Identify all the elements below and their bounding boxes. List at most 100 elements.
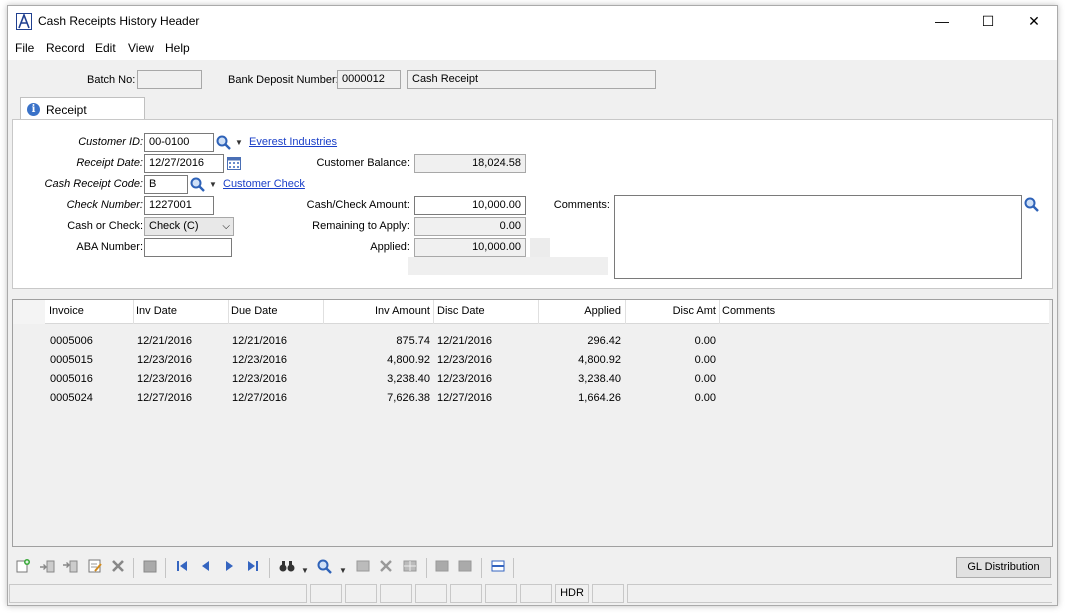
customer-id-field[interactable]: 00-0100 [144, 133, 214, 152]
gl-distribution-button[interactable]: GL Distribution [956, 557, 1051, 578]
new-line-icon[interactable] [14, 558, 32, 576]
cell-disc-date: 12/21/2016 [437, 335, 493, 347]
cell-disc-date: 12/23/2016 [437, 354, 493, 366]
grid-icon-1[interactable] [354, 558, 372, 576]
print-icon[interactable] [141, 558, 159, 576]
lookup-zoom-icon[interactable] [316, 558, 334, 576]
column-header-inv-amount[interactable]: Inv Amount [325, 305, 430, 317]
cell-inv-amount: 875.74 [396, 335, 430, 347]
find-icon[interactable] [278, 558, 296, 576]
cash-receipt-code-dropdown-icon[interactable]: ▼ [209, 180, 217, 189]
grid-icon-5[interactable] [456, 558, 474, 576]
receipt-date-label: Receipt Date: [76, 157, 143, 169]
status-cell [485, 584, 517, 603]
menu-edit[interactable]: Edit [95, 41, 116, 55]
cell-disc-date: 12/23/2016 [437, 373, 493, 385]
cell-applied: 3,238.40 [578, 373, 621, 385]
last-record-icon[interactable] [244, 558, 262, 576]
bank-deposit-label: Bank Deposit Number: [228, 74, 339, 86]
customer-lookup-icon[interactable] [215, 134, 233, 151]
cell-due-date: 12/27/2016 [232, 392, 288, 404]
column-header-applied[interactable]: Applied [541, 305, 621, 317]
aba-number-label: ABA Number: [76, 241, 143, 253]
menu-record[interactable]: Record [46, 41, 85, 55]
cash-or-check-label: Cash or Check: [67, 220, 143, 232]
receipt-date-field[interactable]: 12/27/2016 [144, 154, 224, 173]
grid-icon-4[interactable] [433, 558, 451, 576]
customer-name-link[interactable]: Everest Industries [249, 136, 337, 148]
next-record-icon[interactable] [220, 558, 238, 576]
cell-inv-date: 12/23/2016 [137, 373, 193, 385]
info-icon: i [27, 103, 40, 116]
cell-disc-amt: 0.00 [694, 392, 716, 404]
menu-file[interactable]: File [15, 41, 34, 55]
bottom-toolbar: ▼ ▼ [8, 555, 1057, 581]
cell-disc-amt: 0.00 [694, 373, 716, 385]
cash-or-check-select[interactable]: Check (C) ⌵ [144, 217, 234, 236]
status-cell [380, 584, 412, 603]
cell-applied: 4,800.92 [578, 354, 621, 366]
comments-textarea[interactable] [614, 195, 1022, 279]
menu-view[interactable]: View [128, 41, 154, 55]
maximize-button[interactable]: ☐ [965, 6, 1011, 36]
minimize-button[interactable]: — [919, 6, 965, 36]
status-cell [415, 584, 447, 603]
column-header-invoice[interactable]: Invoice [49, 305, 84, 317]
invoice-grid: Invoice Inv Date Due Date Inv Amount Dis… [12, 299, 1053, 547]
edit-line-icon[interactable] [86, 558, 104, 576]
bank-deposit-field[interactable]: 0000012 [337, 70, 401, 89]
column-header-disc-date[interactable]: Disc Date [437, 305, 485, 317]
batch-no-field[interactable] [137, 70, 202, 89]
cash-receipt-code-link[interactable]: Customer Check [223, 178, 305, 190]
tab-receipt-information[interactable]: i Receipt Information [20, 97, 145, 131]
status-cell [345, 584, 377, 603]
cell-invoice: 0005015 [50, 354, 93, 366]
menu-help[interactable]: Help [165, 41, 190, 55]
cash-receipt-code-label: Cash Receipt Code: [44, 178, 143, 190]
cell-inv-date: 12/23/2016 [137, 354, 193, 366]
cash-receipt-code-lookup-icon[interactable] [189, 176, 207, 193]
insert-line-icon[interactable] [38, 558, 56, 576]
window-title: Cash Receipts History Header [38, 14, 200, 28]
comments-zoom-icon[interactable] [1023, 196, 1041, 213]
calendar-icon[interactable] [226, 155, 244, 172]
status-mode: HDR [555, 584, 589, 603]
cell-inv-amount: 7,626.38 [387, 392, 430, 404]
delete-line-icon[interactable] [109, 558, 127, 576]
cell-disc-amt: 0.00 [694, 354, 716, 366]
grid-header: Invoice Inv Date Due Date Inv Amount Dis… [13, 300, 1049, 324]
receipt-information-panel: Customer ID: 00-0100 ▼ Everest Industrie… [12, 119, 1053, 289]
lookup-dropdown-icon[interactable]: ▼ [339, 566, 347, 575]
main-window: Cash Receipts History Header — ☐ ✕ File … [7, 5, 1058, 606]
first-record-icon[interactable] [173, 558, 191, 576]
aba-number-field[interactable] [144, 238, 232, 257]
column-header-due-date[interactable]: Due Date [231, 305, 277, 317]
cash-or-check-value: Check (C) [149, 220, 199, 232]
customize-icon[interactable] [489, 558, 507, 576]
status-cell [310, 584, 342, 603]
check-number-field[interactable]: 1227001 [144, 196, 214, 215]
customer-id-label: Customer ID: [78, 136, 143, 148]
comments-label: Comments: [553, 199, 610, 211]
cell-invoice: 0005016 [50, 373, 93, 385]
column-header-inv-date[interactable]: Inv Date [136, 305, 177, 317]
grid-icon-3[interactable] [401, 558, 419, 576]
column-header-disc-amt[interactable]: Disc Amt [628, 305, 716, 317]
cell-invoice: 0005024 [50, 392, 93, 404]
status-strip [408, 257, 608, 275]
find-dropdown-icon[interactable]: ▼ [301, 566, 309, 575]
customer-lookup-dropdown-icon[interactable]: ▼ [235, 138, 243, 147]
status-cell [9, 584, 307, 603]
cell-inv-date: 12/21/2016 [137, 335, 193, 347]
previous-record-icon[interactable] [197, 558, 215, 576]
close-button[interactable]: ✕ [1011, 6, 1057, 36]
cell-invoice: 0005006 [50, 335, 93, 347]
cell-inv-amount: 4,800.92 [387, 354, 430, 366]
cash-check-amount-field[interactable]: 10,000.00 [414, 196, 526, 215]
grid-icon-2[interactable] [377, 558, 395, 576]
customer-balance-field: 18,024.58 [414, 154, 526, 173]
column-header-comments[interactable]: Comments [722, 305, 775, 317]
cell-due-date: 12/23/2016 [232, 354, 288, 366]
append-line-icon[interactable] [61, 558, 79, 576]
cash-receipt-code-field[interactable]: B [144, 175, 188, 194]
